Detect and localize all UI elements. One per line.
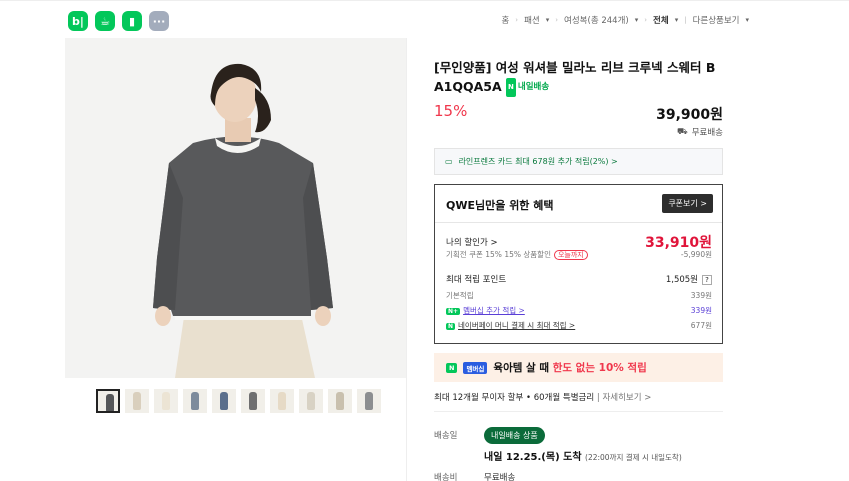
credit-card-icon: ▭ — [445, 157, 453, 166]
coupon-line-text: 기획전 쿠폰 15% 15% 상품할인 — [446, 250, 551, 259]
membership-points-label[interactable]: N+ 멤버십 추가 적립 > — [446, 305, 525, 316]
other-products-link[interactable]: 다른상품보기 — [693, 14, 740, 26]
separator-icon: | — [684, 16, 687, 24]
breadcrumb-home[interactable]: 홈 — [501, 14, 509, 26]
card-promo-box[interactable]: ▭ 라인프렌즈 카드 최대 678원 추가 적립(2%) > — [434, 148, 723, 175]
shipping-fee-value: 무료배송 — [484, 473, 516, 481]
max-points-wrap: 1,505원? — [666, 273, 712, 285]
n-plus-icon: N — [446, 362, 458, 373]
coupon-line: 기획전 쿠폰 15% 15% 상품할인 오늘까지 — [446, 249, 588, 260]
installment-detail-link[interactable]: 자세히보기 > — [602, 393, 651, 403]
thumbnail-strip — [96, 389, 381, 413]
product-photo — [65, 38, 406, 378]
base-points-value: 339원 — [690, 291, 712, 300]
help-icon[interactable]: ? — [702, 275, 712, 285]
npay-points-value: 677원 — [690, 321, 712, 330]
separator-icon: › — [644, 16, 648, 24]
discount-rate: 15% — [434, 102, 468, 120]
coupon-view-button[interactable]: 쿠폰보기 > — [662, 194, 713, 213]
app-icon-group: b| ☕ ▮ ··· — [68, 11, 169, 31]
product-info-panel: [무인양품] 여성 워셔블 밀라노 리브 크루넥 스웨터 B A1QQA5A N… — [406, 38, 749, 481]
thumbnail[interactable] — [125, 389, 149, 413]
membership-icon: N+ — [446, 308, 461, 315]
more-icon[interactable]: ··· — [149, 11, 169, 31]
promo-text: 육아템 살 때 한도 없는 10% 적립 — [493, 360, 646, 375]
product-title-text: [무인양품] 여성 워셔블 밀라노 리브 크루넥 스웨터 B A1QQA5A — [434, 60, 716, 94]
thumbnail[interactable] — [183, 389, 207, 413]
divider — [435, 222, 722, 223]
membership-points-row: N+ 멤버십 추가 적립 > 339원 — [446, 305, 712, 316]
thumbnail[interactable] — [328, 389, 352, 413]
membership-promo-banner[interactable]: N 멤버십 육아템 살 때 한도 없는 10% 적립 — [434, 353, 723, 382]
cafe-icon[interactable]: ☕ — [95, 11, 115, 31]
top-bar: b| ☕ ▮ ··· 홈 › 패션 ▾ › 여성복(총 244개) ▾ › 전체… — [0, 0, 849, 38]
breadcrumb-subcategory[interactable]: 여성복(총 244개) — [564, 14, 629, 26]
separator-icon: › — [555, 16, 559, 24]
membership-points-value: 339원 — [690, 306, 712, 315]
product-image[interactable] — [65, 38, 406, 378]
delivery-note: (22:00까지 결제 시 내일도착) — [585, 453, 682, 462]
base-points-row: 기본적립 339원 — [446, 290, 712, 301]
divider — [434, 411, 723, 412]
shipping-label: 무료배송 — [691, 128, 723, 138]
tomorrow-delivery-badge: 내일배송 상품 — [484, 427, 545, 444]
promo-text-b: 한도 없는 10% 적립 — [552, 362, 647, 374]
thumbnail[interactable] — [299, 389, 323, 413]
coupon-row: 기획전 쿠폰 15% 15% 상품할인 오늘까지 -5,990원 — [446, 249, 712, 260]
npay-points-label[interactable]: N 네이버페이 머니 결제 시 최대 적립 > — [446, 320, 575, 331]
thumbnail[interactable] — [357, 389, 381, 413]
npay-link[interactable]: 네이버페이 머니 결제 시 최대 적립 > — [458, 321, 575, 330]
thumbnail[interactable] — [241, 389, 265, 413]
product-title: [무인양품] 여성 워셔블 밀라노 리브 크루넥 스웨터 B A1QQA5A N… — [434, 58, 734, 97]
tomorrow-delivery-label: 내일배송 — [517, 82, 550, 92]
my-discount-label[interactable]: 나의 할인가 > — [446, 236, 498, 248]
thumbnail[interactable] — [96, 389, 120, 413]
bookmark-icon[interactable]: ▮ — [122, 11, 142, 31]
breadcrumb-category[interactable]: 패션 — [524, 14, 540, 26]
benefit-box: QWE님만을 위한 혜택 쿠폰보기 > 나의 할인가 > 33,910원 기획전… — [434, 184, 723, 344]
installment-info: 최대 12개월 무이자 할부 • 60개월 특별금리 | 자세히보기 > — [434, 391, 651, 403]
delivery-label: 배송일 — [434, 431, 458, 441]
tomorrow-delivery-tag: N 내일배송 — [506, 78, 549, 97]
membership-link[interactable]: 멤버십 추가 적립 > — [463, 306, 525, 315]
base-points-label: 기본적립 — [446, 291, 474, 300]
delivery-date-text: 내일 12.25.(목) 도착 — [484, 452, 582, 463]
thumbnail[interactable] — [212, 389, 236, 413]
truck-icon: ⛟ — [677, 126, 688, 137]
thumbnail[interactable] — [154, 389, 178, 413]
membership-badge: 멤버십 — [463, 361, 488, 374]
today-only-pill: 오늘까지 — [553, 250, 588, 260]
n-delivery-icon: N — [506, 78, 516, 97]
chevron-down-icon[interactable]: ▾ — [546, 16, 550, 24]
chevron-down-icon[interactable]: ▾ — [635, 16, 639, 24]
shipping-info: ⛟ 무료배송 — [677, 126, 723, 139]
benefit-heading: QWE님만을 위한 혜택 — [446, 199, 554, 212]
shipping-fee-label: 배송비 — [434, 473, 458, 481]
coupon-amount: -5,990원 — [680, 250, 712, 259]
product-price: 39,900원 — [656, 107, 723, 123]
max-points-row: 최대 적립 포인트 1,505원? — [446, 273, 712, 285]
chevron-down-icon[interactable]: ▾ — [675, 16, 679, 24]
npay-icon: N — [446, 323, 456, 330]
max-points-label: 최대 적립 포인트 — [446, 275, 507, 285]
max-points-value: 1,505원 — [665, 275, 698, 285]
breadcrumb: 홈 › 패션 ▾ › 여성복(총 244개) ▾ › 전체 ▾ | 다른상품보기… — [501, 14, 749, 26]
chevron-down-icon[interactable]: ▾ — [745, 16, 749, 24]
promo-text-a: 육아템 살 때 — [493, 362, 553, 374]
installment-text: 최대 12개월 무이자 할부 • 60개월 특별금리 — [434, 393, 595, 403]
npay-points-row: N 네이버페이 머니 결제 시 최대 적립 > 677원 — [446, 320, 712, 331]
breadcrumb-filter[interactable]: 전체 — [653, 14, 669, 26]
delivery-date: 내일 12.25.(목) 도착 (22:00까지 결제 시 내일도착) — [484, 448, 682, 463]
blog-icon[interactable]: b| — [68, 11, 88, 31]
separator-icon: › — [515, 16, 519, 24]
thumbnail[interactable] — [270, 389, 294, 413]
card-promo-text: 라인프렌즈 카드 최대 678원 추가 적립(2%) > — [458, 157, 618, 166]
